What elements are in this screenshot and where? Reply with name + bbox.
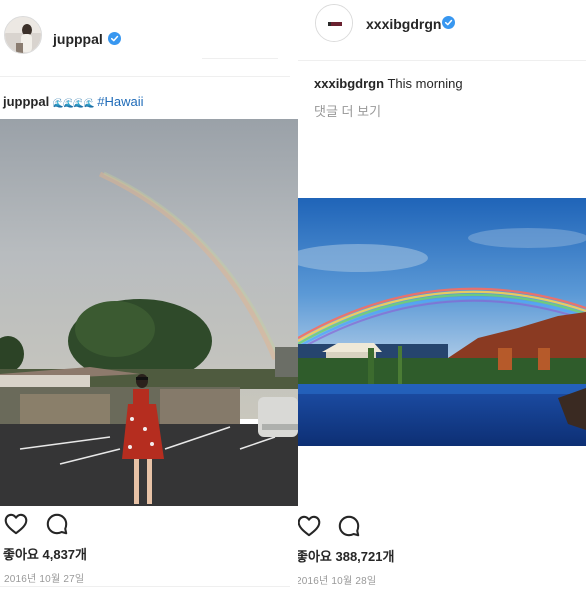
comment-icon[interactable] xyxy=(44,511,70,537)
comment-icon[interactable] xyxy=(336,513,362,539)
heart-icon[interactable] xyxy=(298,513,322,539)
right-post: xxxibgdrgn xxxibgdrgn This morning 댓글 더 … xyxy=(298,0,586,589)
post-caption: jupppal 🌊🌊🌊🌊 #Hawaii xyxy=(3,94,144,109)
caption-text: This morning xyxy=(387,76,463,91)
likes-count[interactable]: 좋아요 4,837개 xyxy=(3,544,87,563)
post-caption: xxxibgdrgn This morning xyxy=(314,76,463,91)
caption-username[interactable]: xxxibgdrgn xyxy=(314,76,384,91)
avatar[interactable] xyxy=(4,16,42,54)
caption-username[interactable]: jupppal xyxy=(3,94,49,109)
post-username[interactable]: jupppal xyxy=(53,31,103,47)
view-more-comments-link[interactable]: 댓글 더 보기 xyxy=(314,101,381,120)
caption-hashtag[interactable]: #Hawaii xyxy=(97,94,143,109)
header-divider xyxy=(298,60,586,61)
footer-divider xyxy=(0,586,290,587)
left-post: jupppal jupppal 🌊🌊🌊🌊 #Hawaii 좋아요 4,837개 … xyxy=(0,0,298,589)
caption-emoji: 🌊🌊🌊🌊 xyxy=(52,98,95,108)
post-username[interactable]: xxxibgdrgn xyxy=(366,16,441,32)
avatar[interactable] xyxy=(315,4,353,42)
verified-badge-icon xyxy=(108,32,121,45)
post-photo xyxy=(0,119,298,506)
heart-icon[interactable] xyxy=(3,511,29,537)
header-divider xyxy=(0,76,290,77)
verified-badge-icon xyxy=(442,16,455,29)
header-button-outline xyxy=(202,58,278,59)
post-photo xyxy=(298,198,586,446)
likes-count[interactable]: 좋아요 388,721개 xyxy=(298,546,394,565)
post-date: 2016년 10월 28일 xyxy=(298,576,377,587)
post-date: 2016년 10월 27일 xyxy=(4,574,85,585)
